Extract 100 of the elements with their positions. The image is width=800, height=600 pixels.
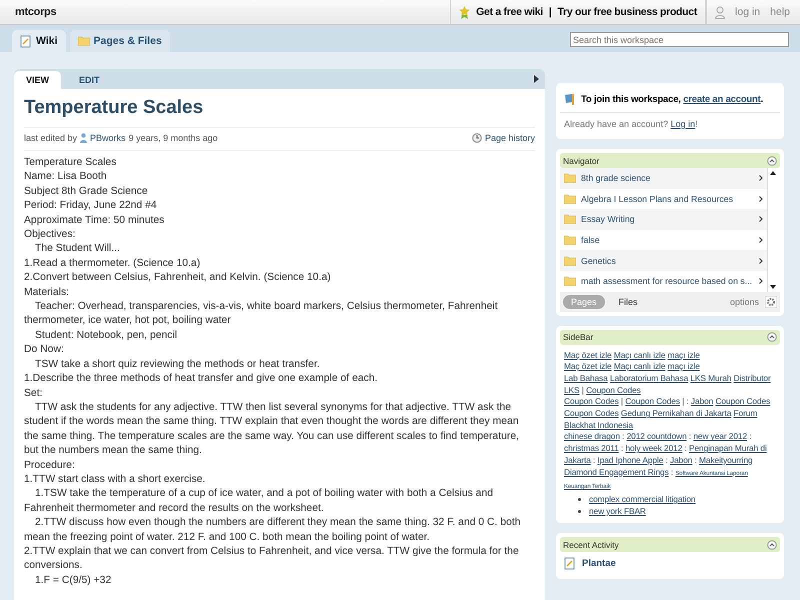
sidebar-link[interactable]: Coupon Codes bbox=[564, 408, 619, 418]
nav-tab[interactable]: Wiki bbox=[12, 30, 66, 52]
folder-icon bbox=[564, 214, 576, 224]
activity-link[interactable]: Plantae bbox=[582, 558, 616, 570]
folder-item[interactable]: Essay Writing bbox=[560, 209, 767, 230]
business-link[interactable]: Try our free business product bbox=[558, 6, 698, 18]
sidebar-link[interactable]: Lab Bahasa bbox=[564, 372, 608, 383]
folder-icon bbox=[564, 256, 576, 266]
search-field[interactable]: Search this workspace bbox=[570, 32, 789, 47]
sidebar-link[interactable]: Jakarta bbox=[564, 454, 591, 465]
sidebar-link[interactable]: Maç özet izle bbox=[564, 361, 612, 372]
chevron-icon[interactable] bbox=[759, 196, 763, 202]
sidebar-link[interactable]: maçı izle bbox=[668, 350, 700, 360]
folder-icon bbox=[564, 235, 576, 246]
sidebar-link[interactable]: Coupon Codes bbox=[586, 384, 641, 395]
sidebar-link[interactable]: Coupon Codes bbox=[715, 396, 770, 406]
chevron-icon[interactable] bbox=[759, 216, 763, 222]
edited-by-label: last edited by bbox=[24, 133, 78, 143]
body-text: 2.TTW explain that we can convert from Celsius to Fahrenheit, and vice versa. TTW give the formula for the conversions. bbox=[24, 544, 520, 574]
badge-icon bbox=[459, 6, 470, 18]
chevron-icon[interactable] bbox=[759, 175, 763, 182]
body-text: 1.TTW start class with a short exercise. bbox=[24, 472, 206, 487]
body-text: Teacher: Overhead, transparencies, vis-a-vis, white board markers, Celsius thermometer, Fahrenheit thermometer, ice water, hot pot, boiling water bbox=[24, 300, 499, 328]
panel-title: Navigator bbox=[563, 156, 600, 166]
body-text: Name: Lisa Booth bbox=[24, 170, 108, 184]
sidebar-link[interactable]: maçı izle bbox=[668, 361, 700, 372]
sidebar-link[interactable]: complex commercial litigation bbox=[589, 494, 696, 506]
page-tab[interactable]: VIEW bbox=[14, 71, 61, 89]
sidebar-link[interactable]: Laboratorium Bahasa bbox=[610, 372, 688, 383]
sidebar-link[interactable]: Makeityourring bbox=[699, 454, 753, 465]
sidebar-link[interactable]: Maç özet izle bbox=[564, 350, 612, 360]
page-tab[interactable]: EDIT bbox=[61, 71, 118, 89]
panel-title: SideBar bbox=[563, 332, 594, 342]
folder-icon bbox=[564, 173, 576, 184]
separator: : bbox=[684, 443, 687, 454]
separator: : bbox=[749, 431, 752, 442]
folder-item[interactable]: 8th grade science bbox=[560, 168, 767, 189]
collapse-icon[interactable] bbox=[767, 156, 777, 166]
body-text: 1.Read a thermometer. (Science 10.a) bbox=[24, 256, 202, 271]
separator: : bbox=[688, 431, 692, 442]
sidebar-link[interactable]: Ipad Iphone Apple bbox=[597, 454, 664, 465]
body-text: TTW ask the students for any adjective. TTW then list several synonyms for that adjective. TTW ask the student if the words mean the same thing. TTW explain that even thought the words are different they mean the same thing. The temperature scales are the same way. You can use different scales to find temperature, but the numbers mean the same thing. bbox=[24, 400, 520, 458]
sidebar-link[interactable]: Coupon Codes bbox=[564, 396, 619, 406]
nav-tab[interactable]: Pages & Files bbox=[70, 30, 170, 52]
chevron-icon[interactable] bbox=[759, 278, 763, 284]
editor-link[interactable]: PBworks bbox=[90, 133, 126, 143]
free-wiki-link[interactable]: Get a free wiki bbox=[476, 6, 543, 18]
sidebar-link[interactable]: Gedung Pernikahan di Jakarta bbox=[620, 408, 732, 418]
sidebar-link[interactable]: new york FBAR bbox=[589, 506, 646, 518]
chevron-icon[interactable] bbox=[759, 258, 763, 264]
collapse-icon[interactable] bbox=[767, 332, 777, 342]
separator: | bbox=[620, 396, 623, 406]
navigator-tab[interactable]: Files bbox=[610, 294, 646, 309]
create-account-link[interactable]: create an account bbox=[683, 94, 761, 104]
sidebar-link[interactable]: Forum bbox=[734, 408, 758, 418]
sidebar-link[interactable]: LKS bbox=[564, 384, 580, 395]
body-text: Period: Friday, June 22nd #4 bbox=[24, 199, 158, 214]
collapse-icon[interactable] bbox=[767, 540, 777, 550]
site-name[interactable]: mtcorps bbox=[0, 6, 450, 18]
body-text: Approximate Time: 50 minutes bbox=[24, 214, 166, 228]
body-text: Do Now: bbox=[24, 343, 65, 358]
clock-icon bbox=[472, 133, 482, 143]
panel-title: Recent Activity bbox=[563, 540, 619, 550]
separator: : bbox=[666, 454, 668, 465]
body-text: 1.F = C(9/5) +32 bbox=[34, 574, 112, 588]
folder-item[interactable]: Genetics bbox=[560, 250, 767, 271]
sidebar-link[interactable]: LKS Murah bbox=[690, 372, 732, 383]
page-icon bbox=[20, 34, 32, 48]
sidebar-link[interactable]: Maçı canlı izle bbox=[614, 350, 666, 360]
user-icon bbox=[715, 6, 726, 18]
sidebar-link[interactable]: Blackhat Indonesia bbox=[564, 420, 633, 430]
sidebar-link[interactable]: Diamond Engagement Rings bbox=[564, 466, 669, 477]
separator: : bbox=[622, 431, 624, 442]
settings-icon[interactable] bbox=[765, 296, 777, 308]
bullet-icon bbox=[578, 498, 581, 502]
body-text: 2.Convert between Celsius, Fahrenheit, and Kelvin. (Science 10.a) bbox=[24, 271, 332, 286]
expand-icon[interactable] bbox=[534, 75, 539, 83]
body-text: Objectives: bbox=[24, 228, 76, 242]
body-text: Materials: bbox=[24, 286, 70, 300]
separator: | : bbox=[682, 396, 689, 406]
sidebar-link[interactable]: Jabon bbox=[690, 396, 714, 406]
edited-time: 9 years, 9 months ago bbox=[128, 133, 218, 143]
separator: : bbox=[694, 454, 697, 465]
body-text: 1.TSW take the temperature of a cup of ice water, and a pot of boiling water with both a Celsius and Fahrenheit thermometer and record the results on the worksheet. bbox=[24, 487, 494, 516]
sidebar-link[interactable]: Coupon Codes bbox=[625, 396, 680, 406]
sidebar-link[interactable]: holy week 2012 bbox=[625, 443, 682, 454]
page-history-link[interactable]: Page history bbox=[472, 133, 535, 143]
sidebar-link[interactable]: christmas 2011 bbox=[564, 443, 619, 454]
sidebar-link[interactable]: Jabon bbox=[670, 454, 692, 465]
sidebar-link[interactable]: Distributor bbox=[734, 372, 771, 383]
options-link[interactable]: options bbox=[730, 296, 759, 307]
separator: | bbox=[582, 384, 584, 395]
chevron-icon[interactable] bbox=[759, 237, 763, 244]
login-link[interactable]: Log in bbox=[670, 119, 696, 129]
sidebar-link[interactable]: chinese dragon bbox=[564, 431, 620, 442]
sidebar-link[interactable]: new year 2012 bbox=[693, 431, 747, 442]
sidebar-link[interactable]: Penginapan Murah di bbox=[689, 443, 767, 454]
folder-icon bbox=[564, 194, 576, 204]
sidebar-link[interactable]: Maçı canlı izle bbox=[614, 361, 666, 372]
sidebar-link[interactable]: 2012 countdown bbox=[626, 431, 687, 442]
